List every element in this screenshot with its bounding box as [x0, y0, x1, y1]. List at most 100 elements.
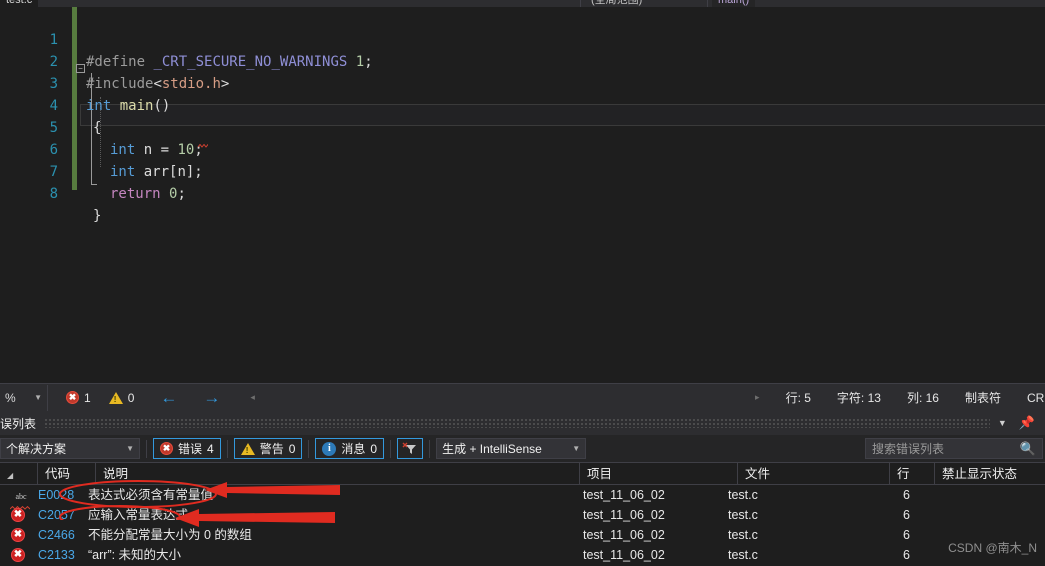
scope-filter-combo[interactable]: 个解决方案 ▼: [0, 438, 140, 459]
code-line: 6 int arr[n];: [0, 117, 1045, 180]
visual-studio-window: test.c (全局范围) main() − 1 #define _CRT_SE…: [0, 0, 1045, 566]
navigate-forward-icon[interactable]: →: [203, 389, 220, 406]
line-content: }: [93, 208, 102, 224]
error-icon: ✖: [66, 391, 79, 404]
tab-global-scope[interactable]: (全局范围): [585, 0, 649, 7]
toggle-warnings-button[interactable]: 警告 0: [233, 438, 303, 459]
chevron-down-icon: ▼: [126, 444, 134, 453]
row-line: 6: [903, 508, 910, 522]
code-line: 7 return 0;: [0, 139, 1045, 202]
status-eol-indicator: CRL: [1026, 390, 1045, 405]
editor-tab-strip: test.c (全局范围) main(): [0, 0, 1045, 7]
status-error-count[interactable]: ✖ 1: [66, 391, 91, 405]
abc-squiggle-icon: abc: [10, 487, 32, 510]
row-file: test.c: [728, 548, 758, 562]
row-description: 应输入常量表达式: [88, 508, 189, 522]
column-header-line[interactable]: 行: [890, 463, 935, 485]
tab-main-function[interactable]: main(): [712, 0, 756, 7]
row-description: 表达式必须含有常量值: [88, 488, 214, 502]
row-line: 6: [903, 548, 910, 562]
search-placeholder: 搜索错误列表: [872, 442, 945, 456]
code-editor[interactable]: − 1 #define _CRT_SECURE_NO_WARNINGS 1; 2…: [0, 7, 1045, 383]
errors-count: 4: [207, 441, 214, 456]
toggle-errors-button[interactable]: ✖ 错误 4: [153, 438, 221, 459]
panel-drag-grip[interactable]: [44, 418, 990, 428]
code-lines: 1 #define _CRT_SECURE_NO_WARNINGS 1; 2 #…: [0, 7, 1045, 224]
scroll-right-icon[interactable]: ▸: [755, 392, 760, 403]
chevron-down-icon[interactable]: ▼: [998, 418, 1007, 428]
row-project: test_11_06_02: [583, 548, 665, 562]
column-header-file[interactable]: 文件: [738, 463, 890, 485]
code-line: 1 #define _CRT_SECURE_NO_WARNINGS 1;: [0, 7, 1045, 70]
row-description: 不能分配常量大小为 0 的数组: [88, 528, 252, 542]
column-header-project[interactable]: 项目: [580, 463, 738, 485]
status-line-indicator: 行: 5: [785, 391, 811, 405]
table-row[interactable]: ✖ C2057 应输入常量表达式 test_11_06_02 test.c 6: [0, 505, 1045, 525]
warning-icon: [108, 391, 123, 404]
status-warning-count[interactable]: 0: [108, 390, 135, 405]
code-line: 8 }: [0, 161, 1045, 224]
info-icon: i: [322, 441, 337, 456]
errors-label: 错误: [178, 442, 203, 456]
row-description: “arr”: 未知的大小: [88, 548, 182, 562]
row-file: test.c: [728, 488, 758, 502]
row-project: test_11_06_02: [583, 528, 665, 542]
status-char-indicator: 字符: 13: [836, 391, 881, 405]
error-list-title-bar: 误列表 ▼ 📌: [0, 411, 1045, 435]
line-number: 8: [49, 186, 58, 202]
search-error-list[interactable]: 搜索错误列表 🔍: [865, 438, 1043, 459]
code-line: 3 int main(): [0, 51, 1045, 114]
toggle-messages-button[interactable]: i 消息 0: [315, 438, 385, 459]
editor-status-bar: % ▼ ✖ 1 0 ← → ◂ ▸ 行: 5 字符: 13 列: 16 制表符 …: [0, 383, 1045, 411]
zoom-level-combo[interactable]: % ▼: [0, 384, 48, 411]
pin-icon[interactable]: 📌: [1019, 415, 1035, 431]
error-icon: ✖: [11, 528, 25, 542]
warnings-label: 警告: [259, 442, 284, 456]
column-header-icon[interactable]: ◢: [0, 463, 38, 485]
row-project: test_11_06_02: [583, 508, 665, 522]
status-bar-right-group: ▸ 行: 5 字符: 13 列: 16 制表符 CRL: [729, 389, 1045, 406]
navigate-back-icon[interactable]: ←: [160, 389, 177, 406]
row-line: 6: [903, 528, 910, 542]
error-icon: ✖: [11, 548, 25, 562]
code-line: 2 #include<stdio.h>: [0, 29, 1045, 92]
table-row[interactable]: abc E0028 表达式必须含有常量值 test_11_06_02 test.…: [0, 485, 1045, 510]
table-row[interactable]: ✖ C2133 “arr”: 未知的大小 test_11_06_02 test.…: [0, 545, 1045, 565]
error-icon: ✖: [160, 442, 173, 455]
code-line: 5 int n = 10;: [0, 95, 1045, 158]
build-filter-value: 生成 + IntelliSense: [442, 442, 542, 456]
search-icon: 🔍: [1019, 440, 1036, 456]
error-list-column-headers: ◢ 代码 说明 项目 文件 行 禁止显示状态: [0, 462, 1045, 485]
error-count-value: 1: [84, 390, 91, 405]
messages-count: 0: [370, 441, 378, 456]
watermark: CSDN @南木_N: [948, 541, 1037, 555]
error-list-rows: abc E0028 表达式必须含有常量值 test_11_06_02 test.…: [0, 485, 1045, 566]
column-header-code[interactable]: 代码: [38, 463, 96, 485]
table-row[interactable]: ✖ C2466 不能分配常量大小为 0 的数组 test_11_06_02 te…: [0, 525, 1045, 545]
zoom-level-value: %: [5, 390, 16, 405]
row-project: test_11_06_02: [583, 488, 665, 502]
row-file: test.c: [728, 508, 758, 522]
column-header-description[interactable]: 说明: [96, 463, 580, 485]
line-content: return 0;: [110, 186, 186, 202]
error-list-panel: 误列表 ▼ 📌 个解决方案 ▼ ✖ 错误 4 警告 0: [0, 411, 1045, 566]
column-header-suppression[interactable]: 禁止显示状态: [935, 463, 1045, 485]
build-intellisense-combo[interactable]: 生成 + IntelliSense ▼: [436, 438, 587, 459]
chevron-down-icon: ▼: [572, 444, 581, 453]
error-squiggle-icon: [198, 144, 208, 148]
tab-test-c[interactable]: test.c: [0, 0, 39, 7]
code-line: 4 {: [0, 73, 1045, 136]
scroll-left-icon[interactable]: ◂: [250, 392, 255, 403]
row-file: test.c: [728, 528, 758, 542]
warnings-count: 0: [288, 441, 296, 456]
warning-count-value: 0: [127, 390, 135, 405]
scope-filter-value: 个解决方案: [6, 442, 67, 456]
messages-label: 消息: [341, 442, 366, 456]
panel-title: 误列表: [0, 416, 37, 431]
chevron-down-icon: ▼: [34, 393, 42, 402]
status-tab-indicator: 制表符: [964, 391, 1001, 405]
error-icon: ✖: [11, 508, 25, 522]
row-line: 6: [903, 488, 910, 502]
warning-icon: [240, 442, 255, 455]
clear-filter-icon[interactable]: [397, 438, 424, 459]
